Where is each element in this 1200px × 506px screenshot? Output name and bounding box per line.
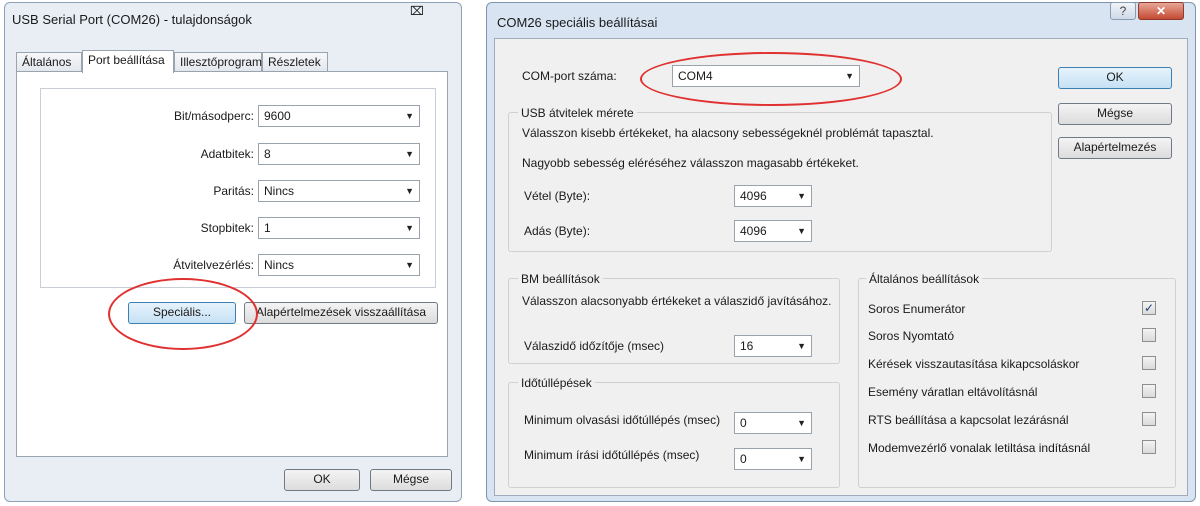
chevron-down-icon: ▼ — [797, 418, 806, 428]
tab-port-settings[interactable]: Port beállítása — [82, 50, 174, 73]
write-timeout-select[interactable]: 0 ▼ — [734, 448, 812, 470]
transmit-size-select[interactable]: 4096 ▼ — [734, 220, 812, 242]
receive-size-select[interactable]: 4096 ▼ — [734, 185, 812, 207]
chevron-down-icon: ▼ — [797, 454, 806, 464]
serial-enumerator-checkbox[interactable]: ✓ — [1142, 301, 1156, 315]
serial-enumerator-label: Soros Enumerátor — [868, 302, 966, 316]
event-on-surprise-removal-checkbox[interactable] — [1142, 384, 1156, 398]
ok-button[interactable]: OK — [284, 469, 360, 491]
general-options-group-title: Általános beállítások — [866, 272, 983, 286]
disable-modem-ctrl-label: Modemvezérlő vonalak letiltása indításná… — [868, 441, 1091, 455]
read-timeout-label: Minimum olvasási időtúllépés (msec) — [524, 413, 721, 427]
advanced-button[interactable]: Speciális... — [128, 302, 236, 324]
ok-button[interactable]: OK — [1058, 67, 1172, 89]
latency-timer-label: Válaszidő időzítője (msec) — [524, 339, 665, 353]
set-rts-on-close-label: RTS beállítása a kapcsolat lezárásnál — [868, 413, 1069, 427]
tab-general[interactable]: Általános — [16, 52, 82, 72]
tab-driver[interactable]: Illesztőprogram — [174, 52, 262, 72]
latency-timer-select[interactable]: 16 ▼ — [734, 335, 812, 357]
restore-defaults-button[interactable]: Alapértelmezések visszaállítása — [244, 302, 438, 324]
bm-options-group-title: BM beállítások — [518, 272, 603, 286]
chevron-down-icon: ▼ — [405, 186, 414, 196]
stop-bits-select[interactable]: 1 ▼ — [258, 217, 420, 239]
checkmark-icon: ✓ — [1143, 301, 1155, 315]
chevron-down-icon: ▼ — [405, 111, 414, 121]
help-button[interactable]: ? — [1110, 2, 1136, 20]
serial-printer-checkbox[interactable] — [1142, 328, 1156, 342]
usb-transfer-group-title: USB átvitelek mérete — [518, 106, 637, 120]
com-port-select[interactable]: COM4 ▼ — [672, 65, 860, 87]
transmit-size-label: Adás (Byte): — [524, 224, 591, 238]
cancel-button[interactable]: Mégse — [370, 469, 452, 491]
chevron-down-icon: ▼ — [405, 260, 414, 270]
baud-rate-select[interactable]: 9600 ▼ — [258, 105, 420, 127]
cancel-if-power-off-label: Kérések visszautasítása kikapcsoláskor — [868, 357, 1080, 371]
chevron-down-icon: ▼ — [405, 149, 414, 159]
baud-rate-label: Bit/másodperc: — [173, 109, 254, 123]
usb-transfer-hint-1: Válasszon kisebb értékeket, ha alacsony … — [522, 126, 934, 140]
timeouts-group — [508, 382, 840, 488]
disable-modem-ctrl-checkbox[interactable] — [1142, 440, 1156, 454]
read-timeout-select[interactable]: 0 ▼ — [734, 412, 812, 434]
receive-size-label: Vétel (Byte): — [524, 189, 591, 203]
com-port-label: COM-port száma: — [522, 69, 617, 83]
tab-details[interactable]: Részletek — [262, 52, 328, 72]
chevron-down-icon: ▼ — [797, 226, 806, 236]
chevron-down-icon: ▼ — [405, 223, 414, 233]
bm-options-hint: Válasszon alacsonyabb értékeket a válasz… — [522, 294, 832, 308]
advanced-close-button[interactable]: ✕ — [1138, 2, 1184, 20]
close-icon: ⌧ — [410, 4, 424, 18]
chevron-down-icon: ▼ — [845, 71, 854, 81]
data-bits-select[interactable]: 8 ▼ — [258, 143, 420, 165]
tab-strip: Általános Port beállítása Illesztőprogra… — [16, 50, 456, 73]
event-on-surprise-removal-label: Esemény váratlan eltávolításnál — [868, 385, 1038, 399]
cancel-button[interactable]: Mégse — [1058, 103, 1172, 125]
chevron-down-icon: ▼ — [797, 341, 806, 351]
cancel-if-power-off-checkbox[interactable] — [1142, 356, 1156, 370]
properties-close-button[interactable]: ⌧ — [410, 4, 424, 18]
chevron-down-icon: ▼ — [797, 191, 806, 201]
timeouts-group-title: Időtúllépések — [518, 376, 595, 390]
flow-control-select[interactable]: Nincs ▼ — [258, 254, 420, 276]
set-rts-on-close-checkbox[interactable] — [1142, 412, 1156, 426]
serial-printer-label: Soros Nyomtató — [868, 329, 955, 343]
parity-label: Paritás: — [213, 184, 254, 198]
defaults-button[interactable]: Alapértelmezés — [1058, 137, 1172, 159]
advanced-settings-title: COM26 speciális beállításai — [497, 15, 658, 30]
write-timeout-label: Minimum írási időtúllépés (msec) — [524, 448, 700, 462]
help-icon: ? — [1119, 4, 1127, 18]
close-icon: ✕ — [1155, 4, 1167, 18]
parity-select[interactable]: Nincs ▼ — [258, 180, 420, 202]
properties-window-title: USB Serial Port (COM26) - tulajdonságok — [12, 12, 252, 27]
flow-control-label: Átvitelvezérlés: — [173, 258, 254, 272]
usb-transfer-hint-2: Nagyobb sebesség eléréséhez válasszon ma… — [522, 156, 859, 170]
data-bits-label: Adatbitek: — [200, 147, 254, 161]
stop-bits-label: Stopbitek: — [200, 221, 254, 235]
